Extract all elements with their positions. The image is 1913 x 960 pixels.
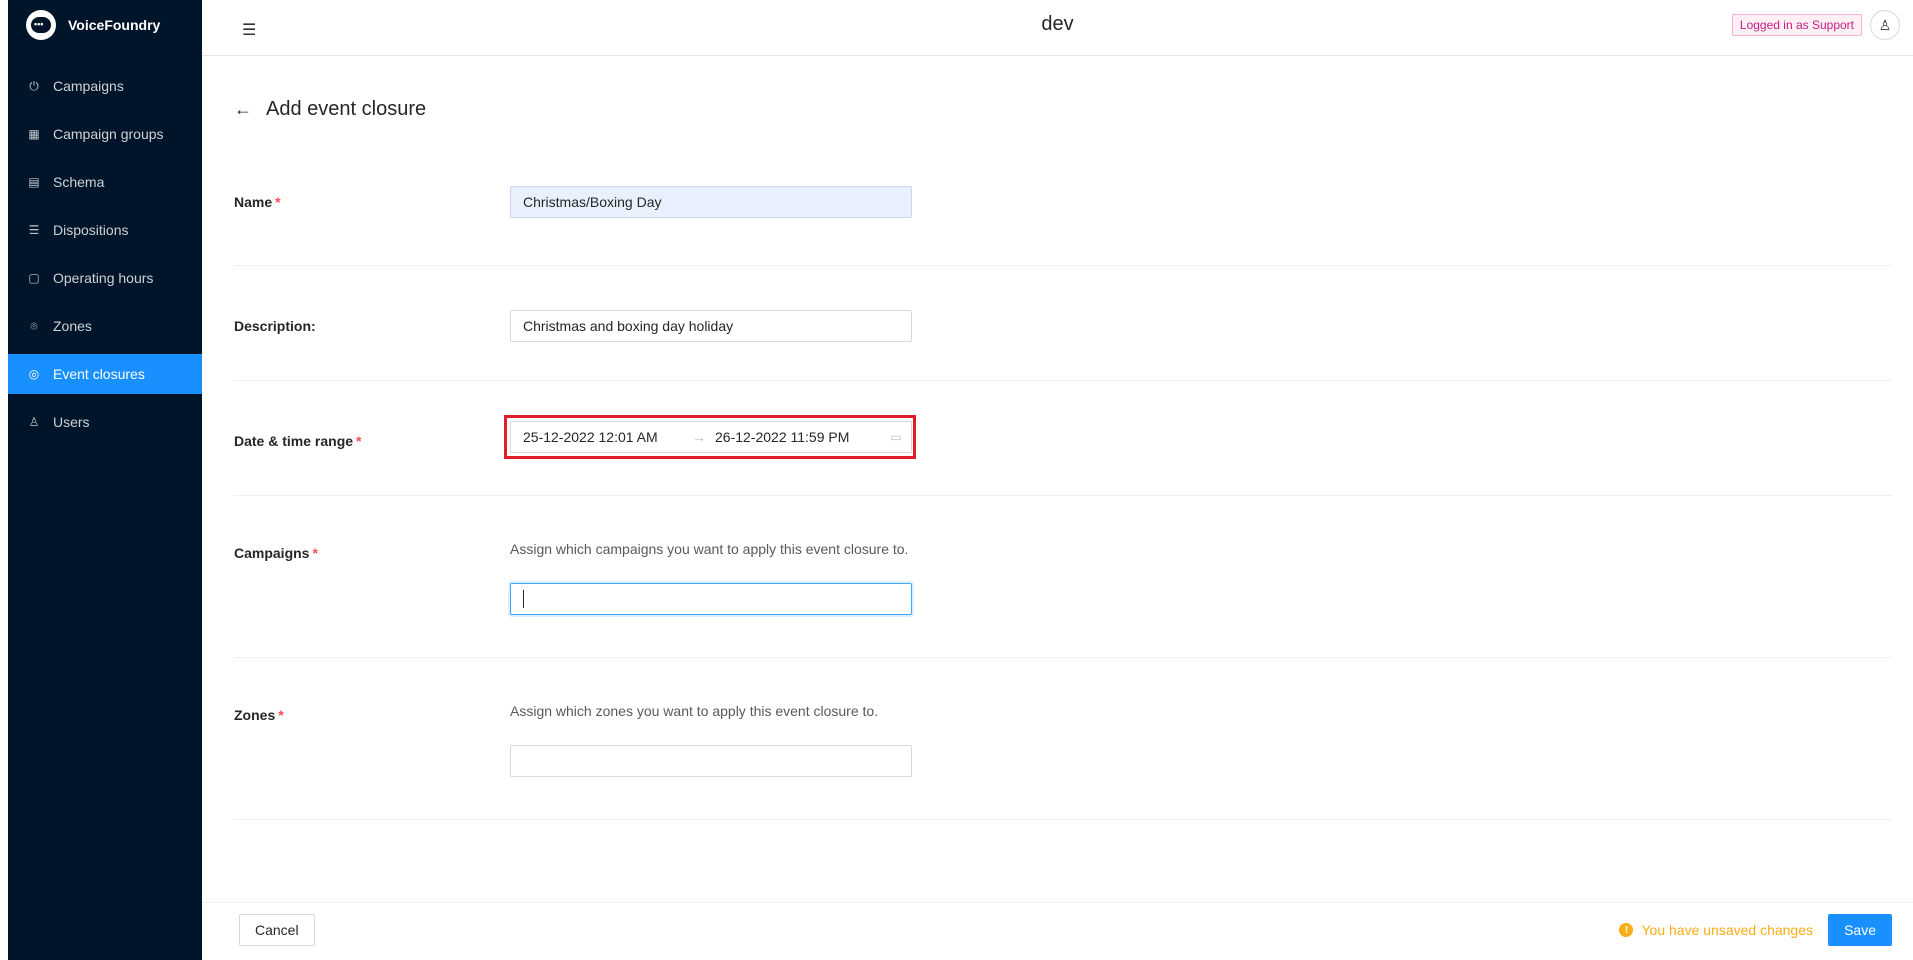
required-marker: * [312, 545, 318, 561]
date-range-picker[interactable]: 25-12-2022 12:01 AM → 26-12-2022 11:59 P… [510, 421, 912, 453]
required-marker: * [278, 707, 284, 723]
form-row-date-range: Date & time range * 25-12-2022 12:01 AM →… [234, 381, 1893, 496]
sidebar-item-label: Campaigns [53, 78, 124, 94]
group-icon: ▦ [28, 127, 40, 141]
sidebar-item-label: Zones [53, 318, 92, 334]
required-marker: * [275, 194, 281, 210]
sidebar-item-label: Operating hours [53, 270, 154, 286]
sidebar-item-label: Campaign groups [53, 126, 164, 142]
campaigns-help-text: Assign which campaigns you want to apply… [510, 541, 909, 557]
back-arrow-icon[interactable]: ← [234, 99, 252, 120]
sidebar-item-operating-hours[interactable]: ▢ Operating hours [8, 258, 202, 298]
user-avatar-icon[interactable]: ♙ [1870, 10, 1900, 40]
cancel-button[interactable]: Cancel [239, 914, 315, 946]
brand-name: VoiceFoundry [68, 17, 161, 33]
voicefoundry-logo-icon [26, 10, 56, 40]
form-row-zones: Zones * Assign which zones you want to ap… [234, 658, 1893, 820]
power-icon: ⏻ [29, 78, 39, 93]
zones-select[interactable] [510, 745, 912, 777]
sidebar: VoiceFoundry ⏻ Campaigns ▦ Campaign grou… [8, 0, 202, 960]
campaigns-label: Campaigns * [234, 545, 318, 561]
sidebar-item-label: Event closures [53, 366, 145, 382]
text-cursor [523, 590, 524, 608]
sidebar-item-label: Users [53, 414, 90, 430]
description-label: Description: [234, 318, 316, 334]
form-row-description: Description: Christmas and boxing day ho… [234, 266, 1893, 381]
date-range-label: Date & time range * [234, 433, 362, 449]
table-icon: ▤ [28, 175, 40, 189]
sidebar-item-campaign-groups[interactable]: ▦ Campaign groups [8, 114, 202, 154]
sidebar-item-users[interactable]: ♙ Users [8, 402, 202, 442]
environment-title: dev [1041, 13, 1074, 35]
sidebar-item-label: Dispositions [53, 222, 129, 238]
form-row-campaigns: Campaigns * Assign which campaigns you wa… [234, 496, 1893, 658]
sidebar-item-schema[interactable]: ▤ Schema [8, 162, 202, 202]
sidebar-item-campaigns[interactable]: ⏻ Campaigns [8, 66, 202, 106]
app-window: VoiceFoundry ⏻ Campaigns ▦ Campaign grou… [0, 0, 1913, 960]
form-row-name: Name * Christmas/Boxing Day [234, 136, 1893, 266]
event-closure-form: Name * Christmas/Boxing Day Description: … [234, 186, 1893, 820]
range-end-input[interactable]: 26-12-2022 11:59 PM [715, 429, 881, 445]
form-footer: Cancel ! You have unsaved changes Save [202, 902, 1913, 960]
unsaved-changes-notice: ! You have unsaved changes [1619, 922, 1813, 938]
description-input[interactable]: Christmas and boxing day holiday [510, 310, 912, 342]
top-header: ☰ dev Logged in as Support ♙ [202, 0, 1913, 56]
sidebar-item-label: Schema [53, 174, 105, 190]
user-icon: ♙ [28, 415, 40, 429]
page-title: Add event closure [266, 98, 427, 120]
name-input[interactable]: Christmas/Boxing Day [510, 186, 912, 218]
sidebar-item-zones[interactable]: ⌾ Zones [8, 306, 202, 346]
sidebar-item-dispositions[interactable]: ☰ Dispositions [8, 210, 202, 250]
required-marker: * [356, 433, 362, 449]
arrow-right-icon: → [692, 429, 706, 445]
name-label: Name * [234, 194, 281, 210]
location-icon: ⌾ [30, 318, 38, 333]
brand[interactable]: VoiceFoundry [8, 0, 202, 50]
campaigns-select[interactable] [510, 583, 912, 615]
target-icon: ◎ [28, 367, 40, 381]
list-icon: ☰ [28, 223, 40, 237]
sidebar-nav: ⏻ Campaigns ▦ Campaign groups ▤ Schema ☰… [8, 66, 202, 442]
unsaved-changes-text: You have unsaved changes [1641, 922, 1813, 938]
support-login-badge: Logged in as Support [1731, 14, 1862, 36]
range-start-input[interactable]: 25-12-2022 12:01 AM [511, 429, 691, 445]
warning-icon: ! [1619, 923, 1634, 937]
page-header: ← Add event closure [234, 98, 426, 121]
calendar-icon[interactable]: ▭ [881, 430, 911, 444]
calendar-icon: ▢ [28, 271, 40, 285]
sidebar-item-event-closures[interactable]: ◎ Event closures [8, 354, 202, 394]
zones-label: Zones * [234, 707, 284, 723]
main-content: ← Add event closure Name * Christmas/Boxi… [202, 56, 1913, 960]
zones-help-text: Assign which zones you want to apply thi… [510, 703, 879, 719]
save-button[interactable]: Save [1828, 914, 1892, 946]
